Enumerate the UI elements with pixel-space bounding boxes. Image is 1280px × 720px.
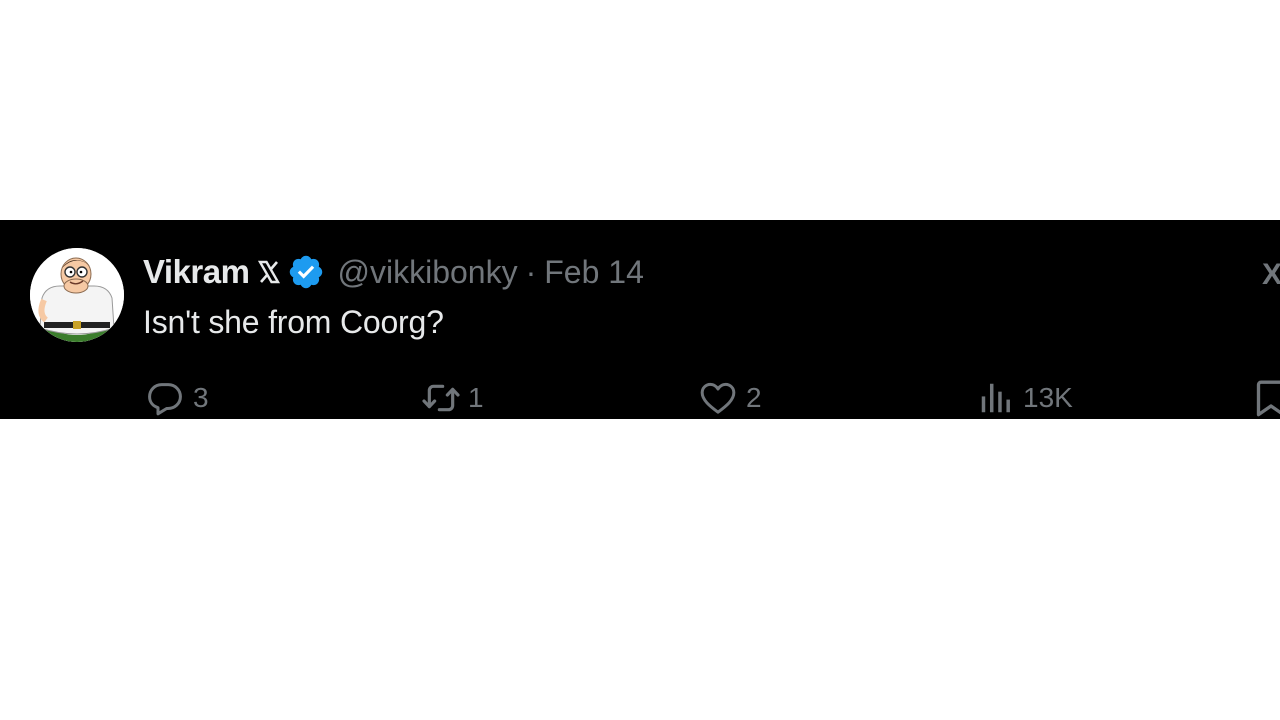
- avatar[interactable]: [30, 248, 124, 342]
- reply-icon: [148, 383, 182, 416]
- peter-griffin-avatar-icon: [30, 248, 124, 342]
- like-count: 2: [746, 382, 762, 413]
- views-button[interactable]: 13K: [977, 378, 1073, 418]
- tweet-header: Vikram @vikkibonky · Feb 14: [143, 250, 644, 294]
- handle[interactable]: @vikkibonky: [337, 254, 517, 291]
- heart-icon: [700, 382, 736, 414]
- bookmark-icon: [1256, 380, 1280, 417]
- retweet-button[interactable]: 1: [418, 378, 484, 418]
- retweet-count: 1: [468, 382, 484, 413]
- like-button[interactable]: 2: [698, 378, 762, 418]
- x-logo-icon: [257, 260, 281, 284]
- display-name[interactable]: Vikram: [143, 253, 250, 291]
- verified-badge-icon[interactable]: [287, 253, 325, 291]
- tweet-actions: 3 1 2 13K: [0, 378, 1280, 418]
- views-count: 13K: [1023, 382, 1073, 413]
- more-options-button[interactable]: X: [1262, 258, 1280, 292]
- reply-button[interactable]: 3: [145, 378, 209, 418]
- tweet-text: Isn't she from Coorg?: [143, 304, 444, 340]
- bookmark-button[interactable]: [1254, 378, 1280, 418]
- reply-count: 3: [193, 382, 209, 413]
- retweet-icon: [422, 384, 460, 412]
- separator-dot: ·: [525, 253, 537, 290]
- tweet-date[interactable]: Feb 14: [544, 254, 644, 291]
- tweet-card[interactable]: Vikram @vikkibonky · Feb 14 X Isn't she …: [0, 220, 1280, 419]
- analytics-icon: [981, 383, 1010, 413]
